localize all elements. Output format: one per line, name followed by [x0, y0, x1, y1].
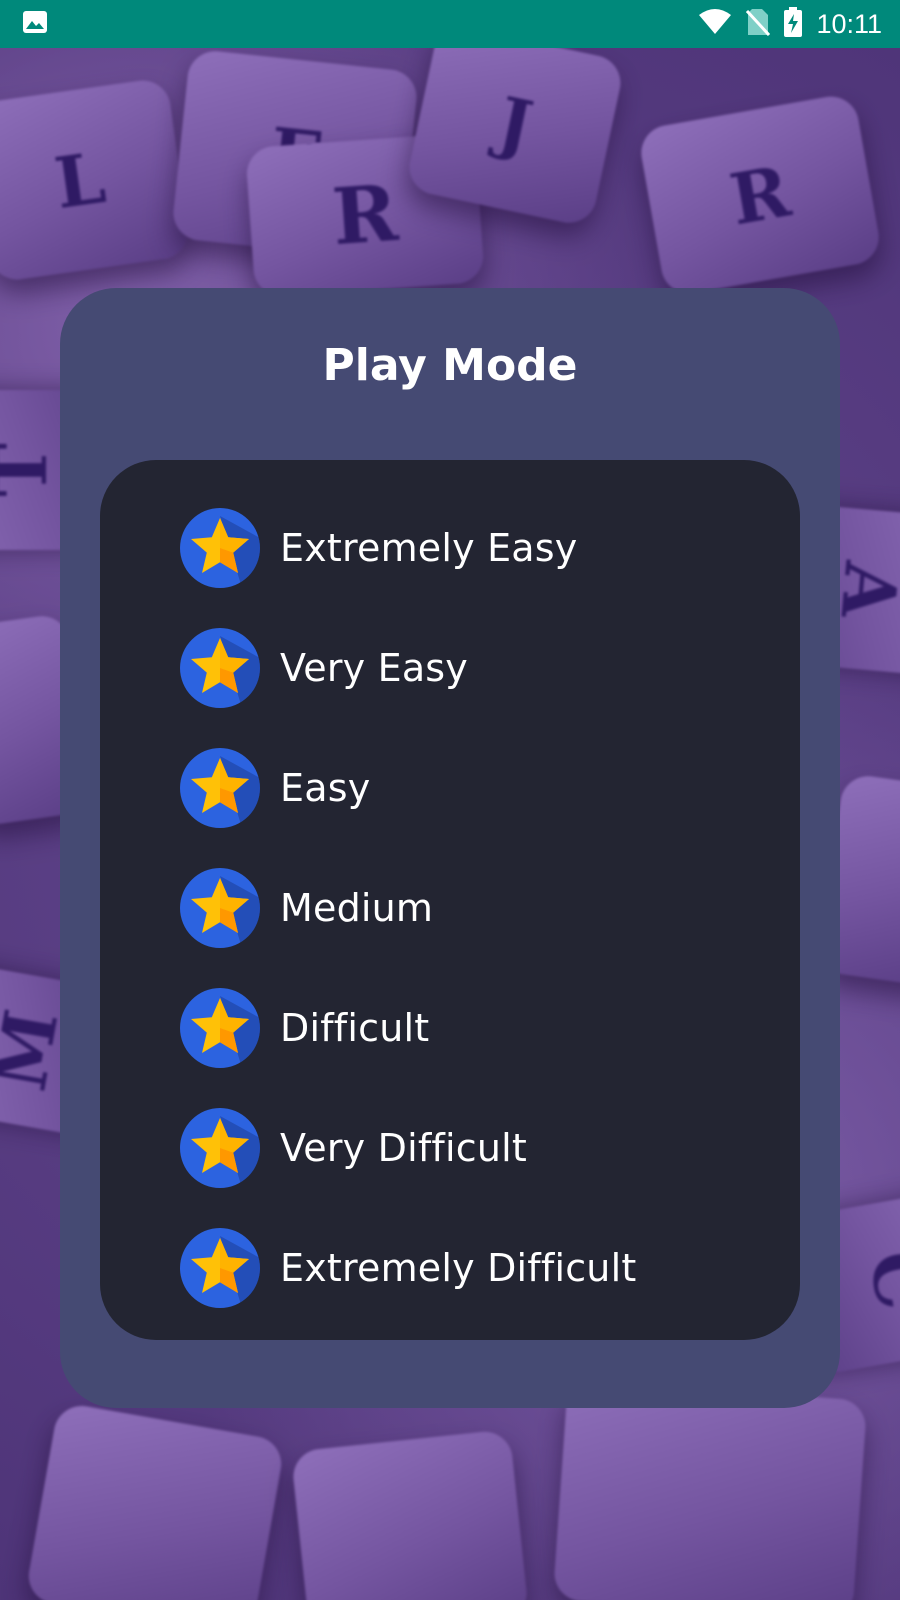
battery-charging-icon	[784, 6, 803, 42]
letter-tile-blank	[290, 1429, 530, 1600]
letter-tile-blank	[24, 1401, 286, 1600]
mode-label: Extremely Difficult	[280, 1246, 637, 1290]
letter-tile: R	[636, 92, 884, 298]
star-icon	[180, 868, 260, 948]
mode-item-easy[interactable]: Easy	[100, 728, 800, 848]
letter-tile-blank	[552, 1379, 868, 1600]
mode-item-extremely-easy[interactable]: Extremely Easy	[100, 488, 800, 608]
mode-list: Extremely Easy Very Easy Easy Medium Dif…	[100, 460, 800, 1340]
mode-label: Medium	[280, 886, 434, 930]
star-icon	[180, 1108, 260, 1188]
mode-label: Extremely Easy	[280, 526, 578, 570]
play-mode-dialog: Play Mode Extremely Easy Very Easy Easy …	[60, 288, 840, 1408]
mode-label: Easy	[280, 766, 371, 810]
mode-item-extremely-difficult[interactable]: Extremely Difficult	[100, 1208, 800, 1328]
mode-item-very-easy[interactable]: Very Easy	[100, 608, 800, 728]
mode-item-difficult[interactable]: Difficult	[100, 968, 800, 1088]
mode-label: Difficult	[280, 1006, 430, 1050]
letter-tile: L	[0, 76, 192, 284]
mode-item-medium[interactable]: Medium	[100, 848, 800, 968]
image-icon	[22, 10, 48, 39]
star-icon	[180, 508, 260, 588]
star-icon	[180, 628, 260, 708]
wifi-icon	[698, 8, 732, 40]
status-bar: 10:11	[0, 0, 900, 48]
mode-label: Very Difficult	[280, 1126, 527, 1170]
clock: 10:11	[816, 8, 882, 39]
no-sim-icon	[746, 8, 771, 41]
mode-item-very-difficult[interactable]: Very Difficult	[100, 1088, 800, 1208]
star-icon	[180, 988, 260, 1068]
star-icon	[180, 1228, 260, 1308]
mode-label: Very Easy	[280, 646, 468, 690]
star-icon	[180, 748, 260, 828]
dialog-title: Play Mode	[322, 340, 578, 391]
